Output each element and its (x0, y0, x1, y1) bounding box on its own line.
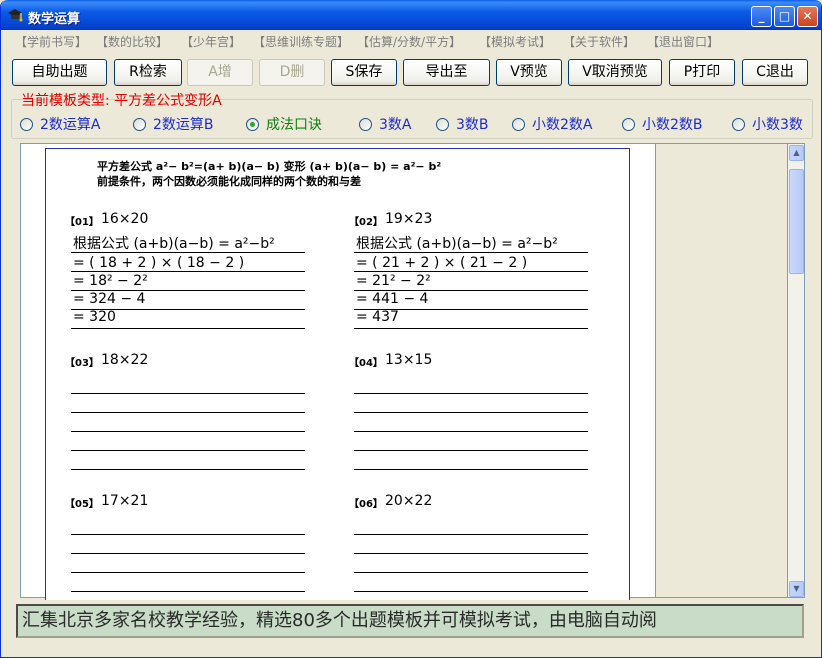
scroll-up-icon[interactable]: ▲ (789, 145, 804, 161)
radio-indicator[interactable] (20, 118, 33, 131)
save-button[interactable]: S保存 (331, 59, 397, 86)
solution-step: = 21² − 2² (356, 273, 431, 289)
solution-step: = 437 (356, 309, 399, 325)
toolbar: 自助出题 R检索 A增 D删 S保存 导出至 V预览 V取消预览 P打印 C退出 (1, 55, 821, 89)
question-number: 【05】 (65, 499, 99, 510)
maximize-button[interactable]: □ (774, 6, 795, 27)
radio-indicator[interactable] (133, 118, 146, 131)
template-type-label: 当前模板类型: 平方差公式变形A (21, 93, 222, 109)
minimize-button[interactable]: _ (751, 6, 772, 27)
question-expression: 18×22 (101, 352, 149, 368)
solution-step: = ( 21 + 2 ) × ( 21 − 2 ) (356, 255, 528, 271)
answer-line (354, 591, 588, 592)
answer-line (354, 572, 588, 573)
window-title: 数学运算 (28, 12, 81, 27)
question-expression: 20×22 (385, 493, 433, 509)
answer-line (71, 252, 305, 253)
answer-line (71, 393, 305, 394)
solution-step: = 18² − 2² (73, 273, 148, 289)
answer-line (71, 553, 305, 554)
menu-youth-palace[interactable]: 【少年宫】 (181, 33, 241, 50)
radio-indicator-selected[interactable] (246, 118, 259, 131)
title-bar[interactable]: 数学运算 _ □ ✕ (1, 0, 821, 30)
answer-line (71, 534, 305, 535)
question-number: 【02】 (349, 217, 383, 228)
solution-step: = 320 (73, 309, 116, 325)
status-banner: 汇集北京多家名校教学经验，精选80多个出题模板并可模拟考试，由电脑自动阅 (16, 604, 804, 638)
vertical-scrollbar[interactable]: ▲ ▼ (788, 143, 805, 598)
answer-line (354, 431, 588, 432)
answer-line (354, 252, 588, 253)
exit-button[interactable]: C退出 (742, 59, 808, 86)
question-number: 【03】 (65, 358, 99, 369)
radio-indicator[interactable] (359, 118, 372, 131)
answer-line (71, 328, 305, 329)
scroll-thumb[interactable] (789, 169, 804, 274)
answer-line (354, 393, 588, 394)
preview-button[interactable]: V预览 (496, 59, 562, 86)
menu-about[interactable]: 【关于软件】 (563, 33, 635, 50)
answer-line (354, 553, 588, 554)
add-button[interactable]: A增 (187, 59, 253, 86)
search-button[interactable]: R检索 (114, 59, 182, 86)
solution-step: 根据公式 (a+b)(a−b) = a²−b² (73, 236, 275, 252)
scroll-down-icon[interactable]: ▼ (789, 581, 804, 597)
answer-line (71, 469, 305, 470)
graduation-cap-icon (8, 9, 23, 22)
question-expression: 17×21 (101, 493, 149, 509)
answer-line (354, 412, 588, 413)
answer-line (354, 450, 588, 451)
question-expression: 19×23 (385, 211, 433, 227)
answer-line (354, 328, 588, 329)
question-expression: 16×20 (101, 211, 149, 227)
solution-step: = 441 − 4 (356, 291, 429, 307)
radio-indicator[interactable] (436, 118, 449, 131)
menu-preschool-writing[interactable]: 【学前书写】 (15, 33, 87, 50)
side-panel (655, 143, 788, 598)
cancel-preview-button[interactable]: V取消预览 (568, 59, 662, 86)
question-expression: 13×15 (385, 352, 433, 368)
solution-step: = ( 18 + 2 ) × ( 18 − 2 ) (73, 255, 245, 271)
radio-indicator[interactable] (512, 118, 525, 131)
radio-indicator[interactable] (732, 118, 745, 131)
menu-number-compare[interactable]: 【数的比较】 (96, 33, 168, 50)
solution-step: = 324 − 4 (73, 291, 146, 307)
answer-line (71, 591, 305, 592)
delete-button[interactable]: D删 (259, 59, 325, 86)
answer-line (354, 534, 588, 535)
export-button[interactable]: 导出至 (403, 59, 490, 86)
question-number: 【04】 (349, 358, 383, 369)
main-window: 数学运算 _ □ ✕ 【学前书写】 【数的比较】 【少年宫】 【思维训练专题】 … (0, 0, 822, 658)
solution-step: 根据公式 (a+b)(a−b) = a²−b² (356, 236, 558, 252)
answer-line (71, 431, 305, 432)
close-button[interactable]: ✕ (797, 6, 818, 27)
answer-line (71, 412, 305, 413)
question-number: 【06】 (349, 499, 383, 510)
menu-thinking-training[interactable]: 【思维训练专题】 (253, 33, 349, 50)
worksheet-heading: 平方差公式 a²− b²=(a+ b)(a− b) 变形 (a+ b)(a− b… (97, 160, 442, 173)
menu-mock-exam[interactable]: 【模拟考试】 (479, 33, 551, 50)
menu-exit-window[interactable]: 【退出窗口】 (647, 33, 719, 50)
print-button[interactable]: P打印 (669, 59, 735, 86)
radio-indicator[interactable] (622, 118, 635, 131)
menu-estimate-fraction-square[interactable]: 【估算/分数/平方】 (357, 33, 461, 50)
question-number: 【01】 (65, 217, 99, 228)
menu-bar: 【学前书写】 【数的比较】 【少年宫】 【思维训练专题】 【估算/分数/平方】 … (1, 30, 821, 51)
worksheet-subheading: 前提条件，两个因数必须能化成同样的两个数的和与差 (97, 175, 361, 188)
self-generate-button[interactable]: 自助出题 (12, 59, 107, 86)
answer-line (354, 469, 588, 470)
answer-line (71, 450, 305, 451)
answer-line (71, 572, 305, 573)
